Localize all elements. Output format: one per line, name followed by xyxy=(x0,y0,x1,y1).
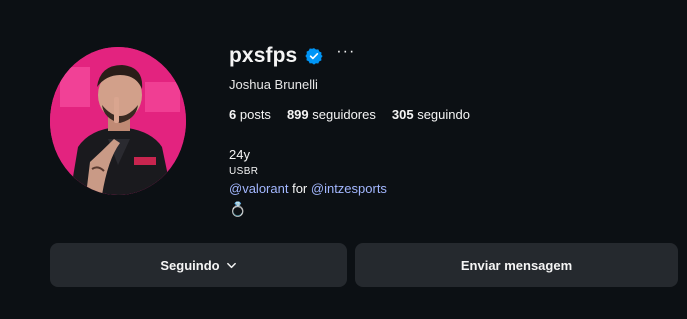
bio-region: USBR xyxy=(229,166,259,177)
stat-following[interactable]: 305 seguindo xyxy=(392,107,470,122)
chevron-down-icon xyxy=(226,262,236,268)
more-options-icon[interactable]: ··· xyxy=(336,44,355,60)
stat-posts[interactable]: 6 posts xyxy=(229,107,271,122)
full-name: Joshua Brunelli xyxy=(229,77,318,92)
stat-posts-count: 6 xyxy=(229,107,237,122)
bio: 24y USBR @valorant for @intzesports 💍 xyxy=(229,145,387,219)
bio-for-text: for xyxy=(292,181,308,196)
send-message-button[interactable]: Enviar mensagem xyxy=(355,243,678,287)
following-button[interactable]: Seguindo xyxy=(50,243,347,287)
avatar[interactable] xyxy=(50,47,186,195)
stat-followers[interactable]: 899 seguidores xyxy=(287,107,376,122)
mention-intzesports-link[interactable]: @intzesports xyxy=(311,181,387,196)
bio-mentions: @valorant for @intzesports xyxy=(229,179,387,199)
ring-emoji-icon: 💍 xyxy=(229,201,247,217)
verified-badge-icon xyxy=(305,48,323,65)
mention-valorant-link[interactable]: @valorant xyxy=(229,181,288,196)
stat-following-label: seguindo xyxy=(417,107,470,122)
profile-stats: 6 posts 899 seguidores 305 seguindo xyxy=(229,107,470,122)
bio-age: 24y xyxy=(229,147,250,162)
username: pxsfps xyxy=(229,44,298,67)
stat-followers-count: 899 xyxy=(286,107,309,122)
stat-posts-label: posts xyxy=(239,107,271,122)
stat-followers-label: seguidores xyxy=(312,107,376,122)
send-message-button-label: Enviar mensagem xyxy=(460,257,573,273)
following-button-label: Seguindo xyxy=(160,257,220,273)
stat-following-count: 305 xyxy=(391,107,414,122)
